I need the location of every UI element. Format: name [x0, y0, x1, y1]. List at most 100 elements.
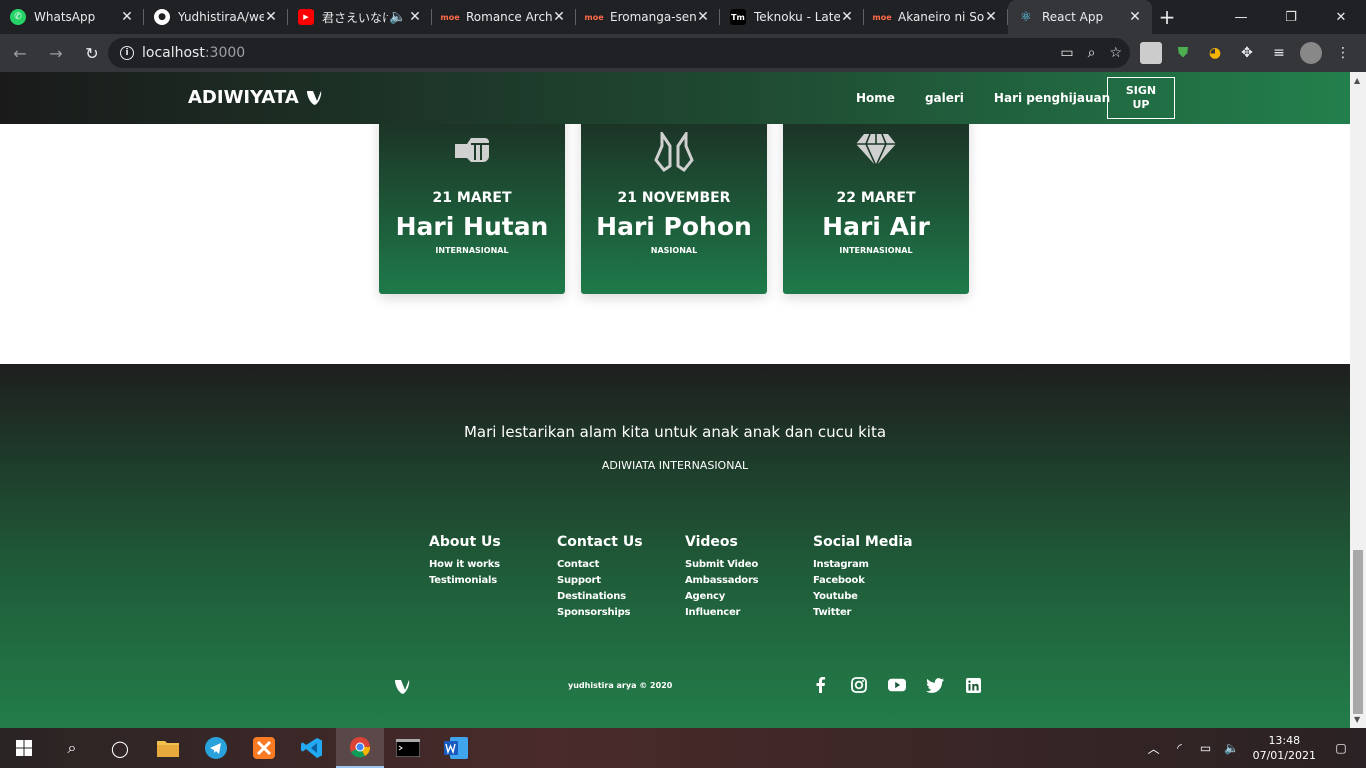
footer-link[interactable]: How it works	[429, 559, 557, 570]
windows-start-icon[interactable]	[0, 728, 48, 768]
close-icon[interactable]: ✕	[264, 9, 278, 25]
browser-tab-bar: ✆ WhatsApp ✕ ● YudhistiraA/we ✕ ▶ 君さえいなけ…	[0, 0, 1366, 34]
footer-link[interactable]: Destinations	[557, 591, 685, 602]
footer-column-about: About Us How it works Testimonials	[429, 534, 557, 623]
terminal-icon[interactable]	[384, 728, 432, 768]
tab-youtube[interactable]: ▶ 君さえいなけ 🔈 ✕	[288, 0, 432, 34]
chevron-up-icon[interactable]: ︿	[1143, 740, 1165, 757]
restore-button[interactable]: ❐	[1266, 0, 1316, 34]
close-icon[interactable]: ✕	[408, 9, 422, 25]
puzzle-icon[interactable]: ✥	[1236, 42, 1258, 64]
close-window-button[interactable]: ✕	[1316, 0, 1366, 34]
nav-galeri-link[interactable]: galeri	[925, 91, 964, 105]
avatar[interactable]	[1300, 42, 1322, 64]
page-scrollbar[interactable]: ▲ ▼	[1350, 72, 1366, 728]
forward-button[interactable]: →	[40, 37, 72, 69]
tab-label: YudhistiraA/we	[178, 10, 264, 24]
new-tab-button[interactable]: +	[1152, 0, 1182, 34]
extension-icon[interactable]	[1140, 42, 1162, 64]
footer-link[interactable]: Sponsorships	[557, 607, 685, 618]
footer-link[interactable]: Ambassadors	[685, 575, 813, 586]
media-queue-icon[interactable]: ≡	[1268, 42, 1290, 64]
zoom-icon[interactable]: ⌕	[1088, 45, 1096, 61]
footer-link[interactable]: Instagram	[813, 559, 941, 570]
footer-heading: Videos	[685, 534, 738, 550]
youtube-icon[interactable]	[888, 676, 906, 694]
hands-icon	[581, 132, 767, 172]
tab-akaneiro[interactable]: moe Akaneiro ni So ✕	[864, 0, 1008, 34]
site-footer: Mari lestarikan alam kita untuk anak ana…	[0, 364, 1350, 728]
bookmark-star-icon[interactable]: ☆	[1109, 45, 1122, 61]
address-bar[interactable]: i localhost :3000 ▭ ⌕ ☆	[108, 38, 1130, 68]
tab-react-app[interactable]: ⚛ React App ✕	[1008, 0, 1152, 34]
site-navbar: ADIWIYATA Home galeri Hari penghijauan S…	[0, 72, 1350, 124]
tab-github[interactable]: ● YudhistiraA/we ✕	[144, 0, 288, 34]
footer-org-name: ADIWIATA INTERNASIONAL	[601, 459, 749, 472]
fist-icon	[379, 132, 565, 166]
cortana-icon[interactable]: ◯	[96, 728, 144, 768]
event-card[interactable]: 22 MARET Hari Air INTERNASIONAL	[783, 102, 969, 294]
linkedin-icon[interactable]	[964, 676, 982, 694]
telegram-icon[interactable]	[192, 728, 240, 768]
footer-link[interactable]: Agency	[685, 591, 813, 602]
file-explorer-icon[interactable]	[144, 728, 192, 768]
signup-button[interactable]: SIGN UP	[1107, 77, 1175, 119]
footer-link[interactable]: Contact	[557, 559, 685, 570]
footer-link[interactable]: Facebook	[813, 575, 941, 586]
xampp-icon[interactable]	[240, 728, 288, 768]
footer-link[interactable]: Twitter	[813, 607, 941, 618]
colorful-extension-icon[interactable]: ◕	[1204, 42, 1226, 64]
nav-home-link[interactable]: Home	[856, 91, 895, 105]
brand-logo[interactable]: ADIWIYATA	[188, 87, 323, 108]
footer-link[interactable]: Influencer	[685, 607, 813, 618]
footer-link[interactable]: Submit Video	[685, 559, 813, 570]
scrollbar-thumb[interactable]	[1353, 550, 1363, 714]
search-icon[interactable]: ⌕	[48, 728, 96, 768]
close-icon[interactable]: ✕	[984, 9, 998, 25]
system-clock[interactable]: 13:48 07/01/2021	[1253, 733, 1316, 763]
tab-label: 君さえいなけ	[322, 10, 388, 25]
close-icon[interactable]: ✕	[120, 9, 134, 25]
footer-logo-icon[interactable]	[393, 678, 411, 700]
scroll-down-arrow[interactable]: ▼	[1354, 715, 1360, 724]
tab-teknoku[interactable]: Tm Teknoku - Late ✕	[720, 0, 864, 34]
tab-eromanga[interactable]: moe Eromanga-sen ✕	[576, 0, 720, 34]
shield-icon[interactable]: ⛊	[1172, 42, 1194, 64]
twitter-icon[interactable]	[926, 676, 944, 694]
event-card[interactable]: 21 MARET Hari Hutan INTERNASIONAL	[379, 102, 565, 294]
facebook-icon[interactable]	[812, 676, 830, 694]
close-icon[interactable]: ✕	[696, 9, 710, 25]
tab-romance-archive[interactable]: moe Romance Archi ✕	[432, 0, 576, 34]
youtube-icon: ▶	[298, 9, 314, 25]
close-icon[interactable]: ✕	[1128, 9, 1142, 25]
nav-hari-penghijauan-link[interactable]: Hari penghijauan	[994, 91, 1110, 105]
footer-copyright: yudhistira arya © 2020	[568, 681, 673, 690]
notification-icon[interactable]: ▢	[1330, 741, 1352, 755]
close-icon[interactable]: ✕	[552, 9, 566, 25]
url-port: :3000	[204, 45, 246, 61]
menu-kebab-icon[interactable]: ⋮	[1332, 42, 1354, 64]
volume-icon[interactable]: 🔈	[1221, 741, 1243, 755]
footer-link[interactable]: Youtube	[813, 591, 941, 602]
footer-link[interactable]: Support	[557, 575, 685, 586]
word-icon[interactable]	[432, 728, 480, 768]
moe-icon: moe	[440, 12, 460, 22]
scroll-up-arrow[interactable]: ▲	[1354, 76, 1360, 85]
wifi-icon[interactable]: ◜	[1169, 741, 1191, 755]
speaker-icon[interactable]: 🔈	[388, 9, 408, 25]
vscode-icon[interactable]	[288, 728, 336, 768]
reload-button[interactable]: ↻	[76, 37, 108, 69]
card-title: Hari Hutan	[395, 212, 549, 241]
battery-icon[interactable]: ▭	[1195, 741, 1217, 755]
event-card[interactable]: 21 NOVEMBER Hari Pohon NASIONAL	[581, 102, 767, 294]
info-icon[interactable]: i	[120, 46, 134, 60]
nav-links: Home galeri Hari penghijauan	[856, 72, 1140, 124]
footer-link[interactable]: Testimonials	[429, 575, 557, 586]
tab-whatsapp[interactable]: ✆ WhatsApp ✕	[0, 0, 144, 34]
minimize-button[interactable]: —	[1216, 0, 1266, 34]
close-icon[interactable]: ✕	[840, 9, 854, 25]
cast-icon[interactable]: ▭	[1060, 45, 1073, 61]
instagram-icon[interactable]	[850, 676, 868, 694]
back-button[interactable]: ←	[4, 37, 36, 69]
chrome-icon[interactable]	[336, 728, 384, 768]
